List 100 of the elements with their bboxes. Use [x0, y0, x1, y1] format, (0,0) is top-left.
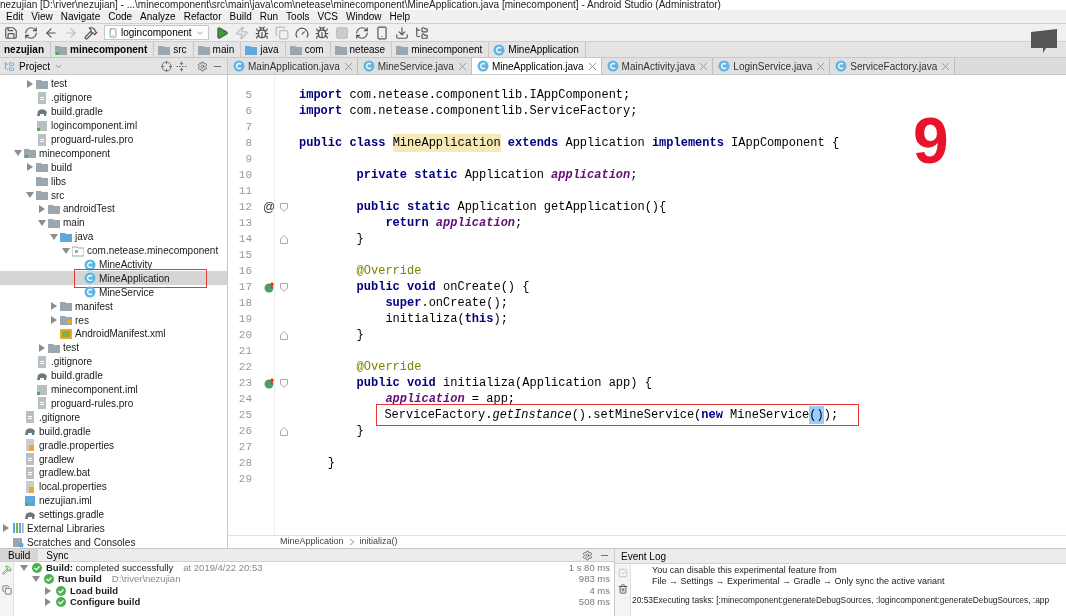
tree-item[interactable]: test: [0, 77, 227, 91]
menu-item[interactable]: View: [31, 11, 53, 22]
collapsed-arrow-icon[interactable]: [26, 79, 34, 88]
sdk-manager-icon[interactable]: [394, 25, 409, 40]
close-icon[interactable]: [942, 62, 950, 70]
override-marker-icon[interactable]: [263, 377, 275, 389]
attach-icon[interactable]: [274, 25, 289, 40]
breadcrumb-item[interactable]: src: [154, 42, 194, 57]
collapsed-arrow-icon[interactable]: [38, 204, 46, 213]
breadcrumb-item[interactable]: nezujian: [0, 42, 51, 57]
expanded-arrow-icon[interactable]: [62, 246, 70, 255]
tree-item[interactable]: External Libraries: [0, 521, 227, 536]
menu-item[interactable]: Code: [108, 11, 133, 22]
breadcrumb-item[interactable]: initializa(): [359, 535, 398, 549]
breadcrumb-item[interactable]: java: [241, 42, 286, 57]
collapsed-arrow-icon[interactable]: [44, 598, 52, 607]
close-icon[interactable]: [817, 62, 825, 70]
back-icon[interactable]: [44, 25, 58, 40]
toggle-view-icon[interactable]: [1, 585, 12, 595]
expanded-arrow-icon[interactable]: [50, 232, 58, 241]
fold-icon[interactable]: [280, 330, 288, 340]
expanded-arrow-icon[interactable]: [32, 575, 40, 584]
sync-icon[interactable]: [24, 25, 38, 40]
tree-item[interactable]: minecomponent: [0, 146, 227, 161]
tree-item[interactable]: gradlew: [0, 452, 227, 466]
tree-item[interactable]: build.gradle: [0, 104, 227, 119]
debug-icon[interactable]: [254, 25, 269, 40]
collapsed-arrow-icon[interactable]: [2, 524, 10, 533]
menu-item[interactable]: Build: [229, 11, 252, 22]
tree-item[interactable]: proguard-rules.pro: [0, 396, 227, 411]
expanded-arrow-icon[interactable]: [20, 563, 28, 572]
menu-item[interactable]: Help: [389, 11, 411, 22]
run-config-dropdown[interactable]: logincomponent: [104, 25, 209, 40]
collapsed-arrow-icon[interactable]: [38, 343, 46, 352]
close-icon[interactable]: [700, 62, 708, 70]
tree-item[interactable]: Scratches and Consoles: [0, 535, 227, 550]
tree-item[interactable]: java: [0, 229, 227, 244]
breadcrumb-item[interactable]: MineApplication: [280, 535, 344, 549]
panel-title[interactable]: Project: [19, 58, 51, 74]
editor-tab[interactable]: MainApplication.java: [228, 58, 358, 74]
settings-icon[interactable]: [197, 60, 208, 72]
tree-item[interactable]: logincomponent.iml: [0, 118, 227, 133]
close-icon[interactable]: [458, 62, 466, 70]
tree-item[interactable]: res: [0, 313, 227, 328]
tree-item[interactable]: build.gradle: [0, 368, 227, 383]
trash-icon[interactable]: [617, 584, 628, 594]
tree-item[interactable]: androidTest: [0, 202, 227, 216]
tree-item[interactable]: minecomponent.iml: [0, 382, 227, 397]
tree-item[interactable]: libs: [0, 174, 227, 189]
fold-icon[interactable]: [280, 282, 288, 292]
build-step[interactable]: Build: completed successfully: [46, 560, 174, 575]
fold-icon[interactable]: [280, 202, 288, 212]
collapse-icon[interactable]: [176, 60, 187, 72]
tree-item[interactable]: settings.gradle: [0, 507, 227, 522]
fold-icon[interactable]: [280, 234, 288, 244]
collapsed-arrow-icon[interactable]: [50, 302, 58, 311]
tree-item[interactable]: main: [0, 215, 227, 230]
close-icon[interactable]: [344, 62, 352, 70]
menu-item[interactable]: Tools: [286, 11, 310, 22]
apply-changes-icon[interactable]: [234, 25, 249, 40]
menu-item[interactable]: Navigate: [60, 11, 101, 22]
project-view-icon[interactable]: [4, 60, 15, 72]
tree-item[interactable]: .gitignore: [0, 410, 227, 425]
menu-item[interactable]: Analyze: [140, 11, 176, 22]
tree-item[interactable]: manifest: [0, 299, 227, 314]
tree-item[interactable]: .gitignore: [0, 354, 227, 369]
settings-icon[interactable]: [582, 549, 593, 561]
expanded-arrow-icon[interactable]: [26, 191, 34, 200]
implements-marker[interactable]: @: [262, 201, 276, 213]
fold-icon[interactable]: [280, 426, 288, 436]
gradle-sync-icon[interactable]: [354, 25, 369, 40]
tree-item[interactable]: test: [0, 340, 227, 355]
debugger-icon[interactable]: [314, 25, 329, 40]
tree-item[interactable]: MineApplication: [0, 271, 227, 286]
device-manager-icon[interactable]: [374, 25, 389, 40]
breadcrumb-item[interactable]: main: [193, 42, 242, 57]
panel-tab[interactable]: Build: [0, 549, 39, 561]
collapsed-arrow-icon[interactable]: [26, 163, 34, 172]
tree-item[interactable]: src: [0, 188, 227, 202]
tree-item[interactable]: gradle.properties: [0, 438, 227, 453]
profile-icon[interactable]: [294, 25, 309, 40]
panel-tab[interactable]: Sync: [38, 549, 77, 561]
menu-item[interactable]: Refactor: [183, 11, 222, 22]
editor-tab[interactable]: MineApplication.java: [471, 58, 602, 74]
menu-item[interactable]: Edit: [6, 11, 24, 22]
breadcrumb-item[interactable]: minecomponent: [392, 42, 490, 57]
editor-tab[interactable]: ServiceFactory.java: [830, 58, 956, 74]
menu-item[interactable]: Run: [259, 11, 279, 22]
tree-item[interactable]: proguard-rules.pro: [0, 132, 227, 147]
tree-item[interactable]: gradlew.bat: [0, 465, 227, 480]
tree-item[interactable]: local.properties: [0, 479, 227, 494]
expanded-arrow-icon[interactable]: [14, 149, 22, 158]
save-icon[interactable]: [4, 25, 18, 40]
collapsed-arrow-icon[interactable]: [50, 316, 58, 325]
close-icon[interactable]: [588, 62, 596, 70]
menu-item[interactable]: VCS: [317, 11, 338, 22]
editor-tab[interactable]: MineService.java: [357, 58, 472, 74]
build-step[interactable]: Configure build: [70, 595, 141, 610]
breadcrumb-item[interactable]: minecomponent: [51, 42, 155, 57]
editor-tab[interactable]: LoginService.java: [713, 58, 831, 74]
